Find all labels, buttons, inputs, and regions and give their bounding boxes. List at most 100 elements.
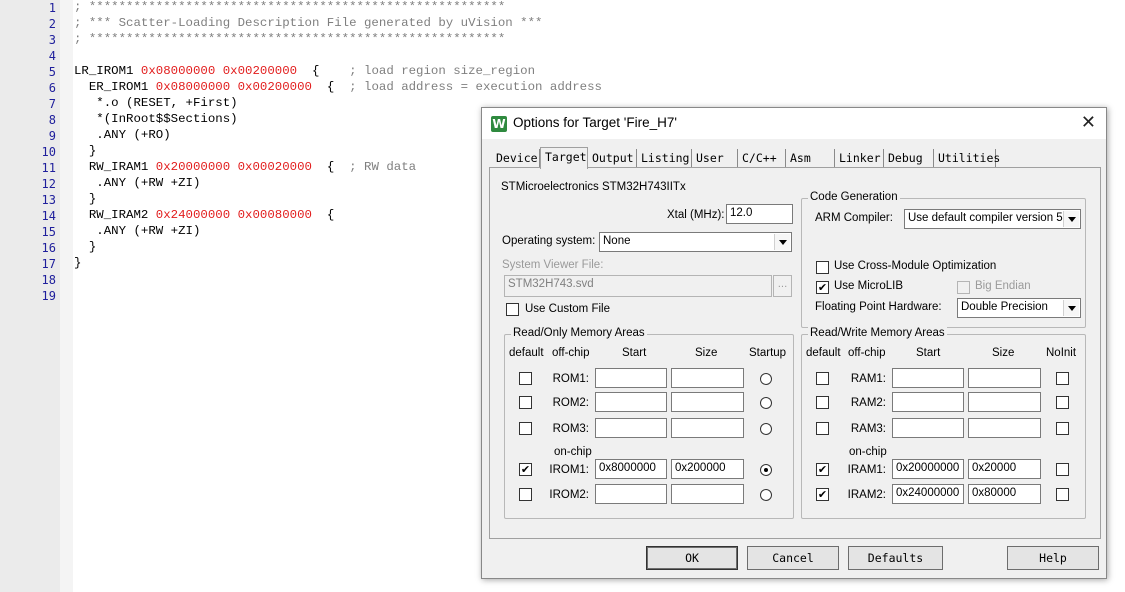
dialog-titlebar[interactable]: W Options for Target 'Fire_H7' ✕: [482, 108, 1106, 139]
arm-compiler-select[interactable]: Use default compiler version 5: [904, 209, 1081, 229]
operating-system-select[interactable]: None: [599, 232, 792, 252]
code-line[interactable]: }: [74, 240, 96, 256]
code-comment: ; **************************************…: [74, 0, 506, 14]
help-button[interactable]: Help: [1007, 546, 1099, 570]
col-default: default: [806, 347, 841, 359]
tab-debug[interactable]: Debug: [884, 149, 934, 167]
arm-compiler-label: ARM Compiler:: [815, 212, 893, 224]
operating-system-value: None: [603, 235, 631, 247]
code-line[interactable]: ; **************************************…: [74, 32, 505, 48]
startup-radio[interactable]: [760, 489, 772, 501]
cross-module-checkbox[interactable]: [816, 261, 829, 274]
ok-button[interactable]: OK: [646, 546, 738, 570]
code-token: RW_IRAM2: [74, 208, 156, 222]
size-input[interactable]: [968, 368, 1041, 388]
code-hex-number: 0x00200000: [237, 80, 312, 94]
code-line[interactable]: *(InRoot$$Sections): [74, 112, 237, 128]
size-input[interactable]: 0x80000: [968, 484, 1041, 504]
start-address-input[interactable]: [892, 418, 964, 438]
noinit-checkbox[interactable]: [1056, 396, 1069, 409]
code-hex-number: 0x20000000: [155, 160, 231, 174]
microlib-checkbox[interactable]: ✔: [816, 281, 829, 294]
size-input[interactable]: [671, 484, 744, 504]
col-size: Size: [695, 347, 718, 359]
start-address-input[interactable]: 0x8000000: [595, 459, 667, 479]
tab-utilities[interactable]: Utilities: [934, 149, 1000, 167]
size-input[interactable]: [968, 418, 1041, 438]
tab-c-c-[interactable]: C/C++: [738, 149, 786, 167]
size-input[interactable]: 0x20000: [968, 459, 1041, 479]
noinit-checkbox[interactable]: [1056, 488, 1069, 501]
start-address-input[interactable]: 0x20000000: [892, 459, 964, 479]
tab-output[interactable]: Output: [588, 149, 637, 167]
size-input[interactable]: [671, 368, 744, 388]
start-address-input[interactable]: [595, 368, 667, 388]
use-custom-file-checkbox[interactable]: [506, 303, 519, 316]
size-input[interactable]: [671, 392, 744, 412]
startup-radio[interactable]: [760, 397, 772, 409]
start-address-input[interactable]: 0x24000000: [892, 484, 964, 504]
code-line[interactable]: ; *** Scatter-Loading Description File g…: [74, 16, 542, 32]
xtal-input[interactable]: 12.0: [726, 204, 793, 224]
tab-listing[interactable]: Listing: [637, 149, 692, 167]
code-line[interactable]: }: [74, 256, 81, 272]
memory-area-label: RAM1:: [850, 373, 886, 385]
browse-button[interactable]: ...: [773, 275, 792, 297]
start-address-input[interactable]: [595, 484, 667, 504]
noinit-checkbox[interactable]: [1056, 463, 1069, 476]
start-address-input[interactable]: [892, 368, 964, 388]
code-generation-title: Code Generation: [808, 191, 900, 203]
size-input[interactable]: [968, 392, 1041, 412]
startup-radio[interactable]: [760, 373, 772, 385]
noinit-checkbox[interactable]: [1056, 372, 1069, 385]
size-input[interactable]: 0x200000: [671, 459, 744, 479]
startup-radio[interactable]: [760, 423, 772, 435]
start-address-input[interactable]: [595, 418, 667, 438]
tab-device[interactable]: Device: [492, 149, 540, 167]
code-line[interactable]: .ANY (+RW +ZI): [74, 224, 200, 240]
line-number: 17: [41, 257, 56, 271]
code-line[interactable]: }: [74, 192, 96, 208]
uvision-app-icon: W: [491, 116, 507, 132]
code-token: LR_IROM1: [74, 64, 141, 78]
size-input[interactable]: [671, 418, 744, 438]
col-start: Start: [622, 347, 647, 359]
tab-asm[interactable]: Asm: [786, 149, 835, 167]
memory-area-label: IROM1:: [549, 464, 589, 476]
system-viewer-input[interactable]: STM32H743.svd: [504, 275, 772, 297]
tab-linker[interactable]: Linker: [835, 149, 884, 167]
code-line[interactable]: RW_IRAM1 0x20000000 0x00020000 { ; RW da…: [74, 160, 416, 176]
fpu-select[interactable]: Double Precision: [957, 298, 1081, 318]
start-address-input[interactable]: [892, 392, 964, 412]
startup-radio[interactable]: [760, 464, 772, 476]
chevron-down-icon[interactable]: [774, 234, 790, 250]
code-line[interactable]: RW_IRAM2 0x24000000 0x00080000 {: [74, 208, 334, 224]
code-line[interactable]: LR_IROM1 0x08000000 0x00200000 { ; load …: [74, 64, 535, 80]
col-startup: Startup: [749, 347, 787, 359]
tab-user[interactable]: User: [692, 149, 738, 167]
code-hex-number: 0x08000000: [155, 80, 231, 94]
code-line[interactable]: .ANY (+RW +ZI): [74, 176, 200, 192]
code-token: {: [297, 64, 350, 78]
chevron-down-icon[interactable]: [1063, 300, 1079, 316]
defaults-button[interactable]: Defaults: [848, 546, 943, 570]
code-line[interactable]: .ANY (+RO): [74, 128, 170, 144]
chevron-down-icon[interactable]: [1063, 211, 1079, 227]
code-line[interactable]: *.o (RESET, +First): [74, 96, 237, 112]
line-number: 13: [41, 193, 56, 207]
code-line[interactable]: ; **************************************…: [74, 0, 505, 16]
big-endian-label: Big Endian: [975, 280, 1031, 292]
code-line[interactable]: ER_IROM1 0x08000000 0x00200000 { ; load …: [74, 80, 602, 96]
col-start: Start: [916, 347, 941, 359]
tab-target[interactable]: Target: [540, 147, 588, 169]
target-tab-panel: STMicroelectronics STM32H743IITx Xtal (M…: [489, 167, 1101, 539]
close-icon[interactable]: ✕: [1081, 112, 1096, 133]
line-number: 9: [48, 129, 56, 143]
big-endian-checkbox[interactable]: [957, 281, 970, 294]
cancel-button[interactable]: Cancel: [747, 546, 839, 570]
start-address-input[interactable]: [595, 392, 667, 412]
code-line[interactable]: }: [74, 144, 96, 160]
noinit-checkbox[interactable]: [1056, 422, 1069, 435]
line-number-gutter: 1 2 3 4 5 6 7 8 9 10 11 12 13 14 15 16 17 18 19: [0, 0, 60, 592]
